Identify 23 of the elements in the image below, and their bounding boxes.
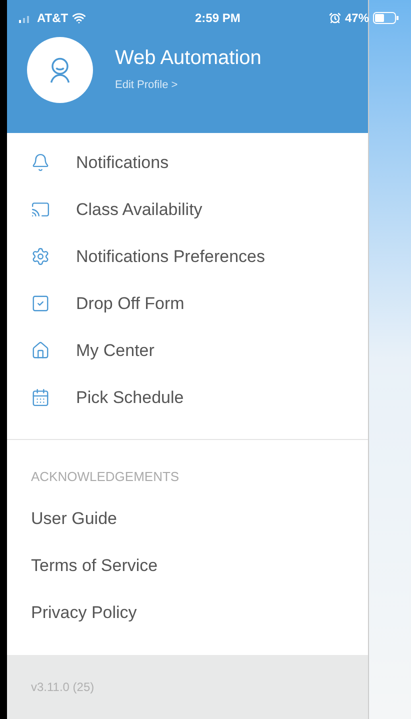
settings-icon [31, 247, 50, 266]
menu-item[interactable]: Class Availability [7, 186, 368, 233]
menu-item[interactable]: Notifications [7, 139, 368, 186]
menu-item[interactable]: Notifications Preferences [7, 233, 368, 280]
bell-icon [31, 153, 50, 172]
calendar-icon [31, 388, 50, 407]
section-heading: ACKNOWLEDGEMENTS [31, 469, 180, 484]
profile-name: Web Automation [115, 46, 262, 72]
battery-icon [373, 12, 399, 24]
menu-link[interactable]: User Guide [7, 495, 368, 542]
menu-link[interactable]: Terms of Service [7, 542, 368, 589]
screen-icon [31, 200, 50, 219]
house-icon [31, 341, 50, 360]
wifi-icon [72, 11, 86, 25]
clock-text: 2:59 PM [195, 10, 240, 27]
alarm-icon [328, 12, 341, 24]
menu-item[interactable]: Pick Schedule [7, 374, 368, 421]
menu-link[interactable]: Privacy Policy [7, 589, 368, 636]
menu-item[interactable]: Drop Off Form [7, 280, 368, 327]
version-text: v3.11.0 (25) [31, 679, 94, 696]
menu-item[interactable]: My Center [7, 327, 368, 374]
checkbox-form-icon [31, 294, 50, 313]
carrier-text: AT&T [37, 10, 68, 27]
